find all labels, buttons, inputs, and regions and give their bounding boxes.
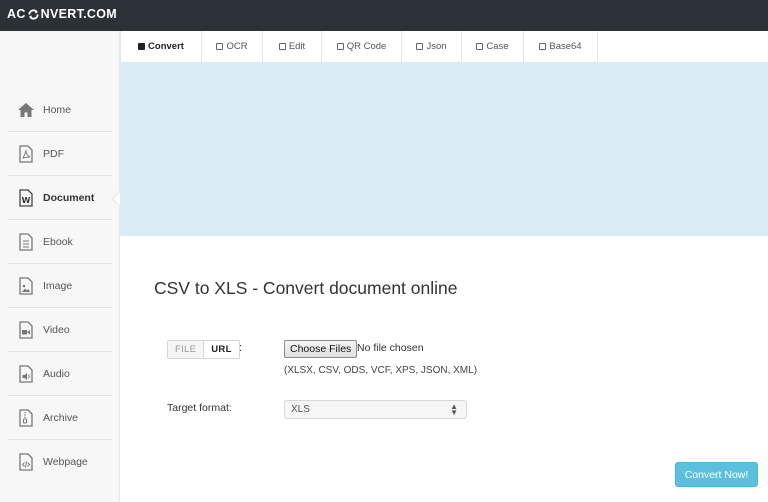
home-icon (17, 101, 35, 119)
target-format-select[interactable]: XLS ▲ ▼ (284, 400, 467, 419)
tool-tabs: Convert OCR Edit QR Code Json Case Base6… (120, 31, 768, 62)
source-toggle: FILE URL (167, 340, 240, 359)
sidebar-item-archive[interactable]: Archive (8, 396, 112, 440)
sidebar-item-audio[interactable]: Audio (8, 352, 112, 396)
target-format-value: XLS (291, 404, 310, 415)
tab-label: QR Code (346, 41, 387, 52)
sidebar-item-video[interactable]: Video (8, 308, 112, 352)
top-bar: AC NVERT.COM (0, 0, 768, 31)
sidebar-item-label: Document (43, 191, 95, 204)
checkbox-icon (416, 43, 424, 50)
video-icon (17, 320, 35, 339)
ebook-icon (17, 232, 35, 251)
logo-text-right: NVERT.COM (40, 7, 117, 21)
logo-convert-icon (28, 8, 39, 20)
select-arrows-icon: ▲ ▼ (450, 402, 458, 417)
checkbox-icon (539, 43, 547, 50)
site-logo[interactable]: AC NVERT.COM (7, 7, 117, 21)
sidebar-item-webpage[interactable]: Webpage (8, 440, 112, 484)
checkbox-icon (138, 43, 146, 50)
sidebar-item-ebook[interactable]: Ebook (8, 220, 112, 264)
sidebar-item-label: Audio (43, 367, 70, 380)
toggle-colon: : (239, 342, 243, 354)
checkbox-icon (336, 43, 344, 50)
tab-label: OCR (226, 41, 248, 52)
webpage-icon (17, 453, 35, 471)
tab-convert[interactable]: Convert (120, 31, 202, 62)
tab-base64[interactable]: Base64 (524, 31, 598, 62)
svg-text:W: W (22, 196, 31, 205)
audio-icon (17, 364, 35, 383)
tab-ocr[interactable]: OCR (202, 31, 263, 62)
sidebar-item-label: Image (43, 279, 73, 292)
checkbox-icon (278, 43, 286, 50)
sidebar-item-label: Archive (43, 411, 79, 424)
tab-case[interactable]: Case (462, 31, 524, 62)
sidebar-item-label: Webpage (43, 456, 88, 468)
image-icon (17, 276, 35, 295)
logo-text-left: AC (7, 7, 26, 21)
tab-label: Convert (148, 41, 184, 52)
word-document-icon: W (17, 188, 35, 207)
page-title: CSV to XLS - Convert document online (154, 278, 458, 298)
sidebar-item-image[interactable]: Image (8, 264, 112, 308)
accepted-formats-hint: (XLSX, CSV, ODS, VCF, XPS, JSON, XML) (284, 365, 478, 376)
checkbox-icon (476, 43, 484, 50)
target-format-label: Target format: (167, 402, 232, 414)
tab-json[interactable]: Json (402, 31, 462, 62)
no-file-status: No file chosen (357, 342, 424, 354)
tab-label: Case (486, 41, 509, 52)
url-option[interactable]: URL (203, 341, 239, 358)
sidebar-item-label: Ebook (43, 235, 73, 248)
checkbox-icon (216, 43, 224, 50)
tab-label: Edit (288, 41, 306, 52)
tab-label: Json (426, 41, 447, 52)
convert-now-button[interactable]: Convert Now! (675, 462, 758, 487)
tab-edit[interactable]: Edit (263, 31, 322, 62)
pdf-icon (17, 144, 35, 163)
ad-banner (120, 62, 768, 236)
tab-label: Base64 (549, 41, 582, 52)
sidebar-item-pdf[interactable]: PDF (8, 132, 112, 176)
tab-qr-code[interactable]: QR Code (322, 31, 402, 62)
file-option[interactable]: FILE (168, 341, 203, 358)
sidebar-item-label: PDF (43, 147, 64, 160)
choose-files-button[interactable]: Choose Files (284, 340, 358, 358)
sidebar-item-document[interactable]: W Document (8, 176, 112, 220)
sidebar-item-label: Home (43, 103, 72, 116)
sidebar: Home PDF W Document Ebook Image Video Au… (0, 31, 120, 502)
sidebar-item-label: Video (43, 323, 70, 336)
sidebar-item-home[interactable]: Home (8, 88, 112, 132)
archive-icon (17, 408, 35, 427)
